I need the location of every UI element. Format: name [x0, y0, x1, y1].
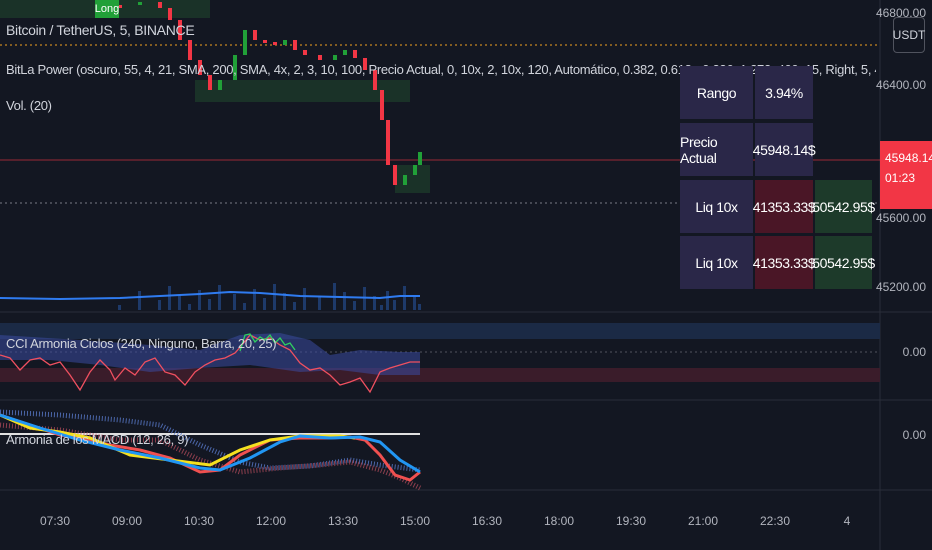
volume-bar: [353, 301, 356, 310]
volume-bar: [418, 304, 421, 310]
candle: [380, 90, 384, 120]
volume-ma-line: [0, 290, 420, 301]
candle: [208, 75, 212, 90]
volume-bar: [208, 299, 211, 310]
rango-label: Rango: [680, 66, 753, 119]
current-price-badge: 45948.14 01:23: [880, 141, 932, 209]
volume-bar: [263, 298, 266, 310]
symbol-legend[interactable]: Bitcoin / TetherUS, 5, BINANCE: [6, 22, 195, 38]
time-axis-label: 21:00: [687, 514, 719, 528]
volume-bar: [138, 291, 141, 310]
current-price-value: 45948.14: [885, 151, 932, 165]
liq-label: Liq 10x: [680, 180, 753, 233]
precio-actual-value: 45948.14$: [753, 123, 816, 176]
currency-button[interactable]: USDT: [893, 17, 925, 53]
volume-bar: [380, 305, 383, 310]
candle: [413, 165, 417, 175]
volume-bar: [386, 291, 389, 310]
time-axis-label: 18:00: [543, 514, 575, 528]
volume-bar: [118, 305, 121, 310]
time-axis-label: 16:30: [471, 514, 503, 528]
candle: [293, 40, 297, 50]
candle: [188, 40, 192, 60]
time-axis-label: 09:00: [111, 514, 143, 528]
time-axis-label: 12:00: [255, 514, 287, 528]
volume-bar: [243, 303, 246, 310]
time-axis-label: 07:30: [39, 514, 71, 528]
candle: [393, 165, 397, 185]
candle: [138, 2, 142, 5]
candle: [418, 152, 422, 165]
time-axis-label: 15:00: [399, 514, 431, 528]
rango-value: 3.94%: [755, 66, 813, 119]
green-zone: [395, 165, 430, 193]
price-axis-label: 45600.00: [875, 211, 926, 225]
cci-lower-band: [0, 368, 880, 382]
macd-legend[interactable]: Armonia de los MACD (12, 26, 9): [6, 432, 188, 447]
volume-bar: [233, 294, 236, 310]
candle-countdown: 01:23: [885, 171, 916, 185]
price-axis-label: 46400.00: [875, 78, 926, 92]
liq-high-value: 50542.95$: [812, 180, 875, 233]
volume-bar: [273, 284, 276, 310]
candle: [218, 80, 222, 90]
volume-bar: [168, 286, 171, 310]
green-zone: [195, 80, 410, 102]
candle: [168, 8, 172, 20]
macd-axis-label: 0.00: [902, 428, 926, 442]
price-axis-label: 45200.00: [875, 280, 926, 294]
candle: [343, 50, 347, 55]
volume-bar: [343, 292, 346, 310]
candle: [158, 2, 162, 8]
candle: [283, 40, 287, 45]
time-axis-label: 13:30: [327, 514, 359, 528]
time-axis-label: 19:30: [615, 514, 647, 528]
time-axis-label: 4: [843, 514, 851, 528]
candle: [273, 42, 277, 45]
candle: [403, 175, 407, 185]
volume-bar: [303, 288, 306, 310]
long-signal-tag: Long: [95, 0, 119, 18]
volume-bar: [403, 286, 406, 310]
cci-legend[interactable]: CCI Armonia Ciclos (240, Ninguno, Barra,…: [6, 336, 277, 351]
volume-bar: [393, 300, 396, 310]
liq-label: Liq 10x: [680, 236, 753, 289]
candle: [303, 50, 307, 55]
candle: [353, 50, 357, 58]
volume-bar: [178, 295, 181, 310]
candle: [253, 30, 257, 40]
volume-bar: [413, 295, 416, 310]
volume-bar: [318, 297, 321, 310]
candle: [243, 30, 247, 55]
time-axis-label: 22:30: [759, 514, 791, 528]
volume-bar: [158, 300, 161, 310]
liq-high-value: 50542.95$: [812, 236, 875, 289]
candle: [386, 120, 390, 165]
liq-low-value: 41353.33$: [753, 180, 816, 233]
time-axis-label: 10:30: [183, 514, 215, 528]
liq-low-value: 41353.33$: [753, 236, 816, 289]
volume-bar: [218, 285, 221, 310]
cci-axis-label: 0.00: [902, 345, 926, 359]
volume-legend[interactable]: Vol. (20): [6, 98, 52, 113]
candle: [263, 40, 267, 43]
volume-bar: [188, 304, 191, 310]
candle: [333, 55, 337, 60]
precio-actual-label: Precio Actual: [680, 123, 753, 176]
candle: [318, 55, 322, 60]
volume-bar: [293, 302, 296, 310]
